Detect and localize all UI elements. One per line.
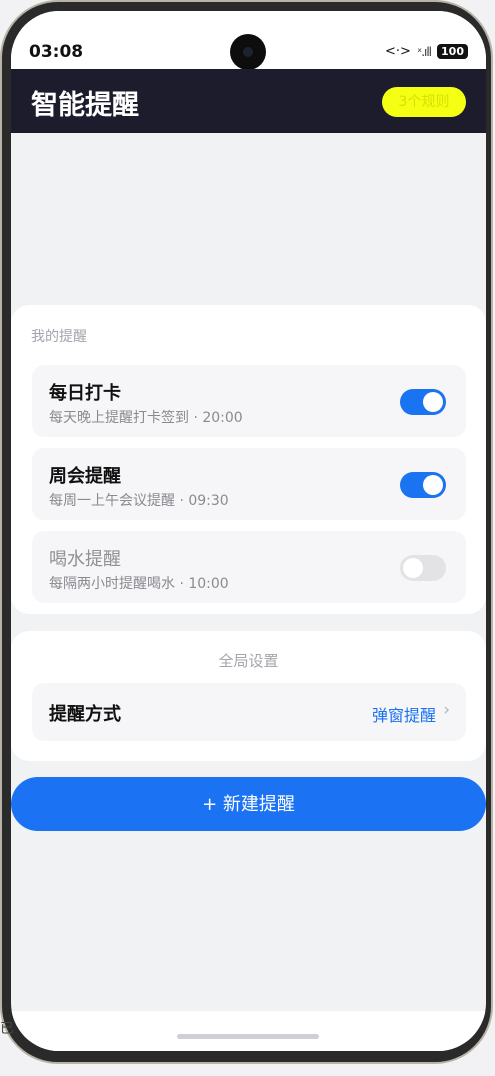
bottom-bar xyxy=(11,1011,486,1051)
screen: 03:08 <·> ˣ.ıll 100 智能提醒 3个规则 我的提醒 每日打卡 … xyxy=(11,11,486,1051)
my-reminders-card: 我的提醒 每日打卡 每天晚上提醒打卡签到 · 20:00 周会提醒 每周一上午会… xyxy=(11,305,486,614)
network-icon: <·> xyxy=(384,44,411,59)
rules-count-badge[interactable]: 3个规则 xyxy=(382,87,466,117)
phone-frame: 03:08 <·> ˣ.ıll 100 智能提醒 3个规则 我的提醒 每日打卡 … xyxy=(0,0,493,1064)
section-label: 我的提醒 xyxy=(31,329,87,345)
toggle-knob xyxy=(403,558,423,578)
status-time: 03:08 xyxy=(29,42,84,62)
reminder-name: 周会提醒 xyxy=(49,466,121,487)
page-title: 智能提醒 xyxy=(31,90,139,121)
global-settings-label: 全局设置 xyxy=(218,652,279,670)
home-indicator[interactable] xyxy=(177,1034,319,1039)
reminder-method-value: 弹窗提醒 xyxy=(371,706,436,725)
reminder-name: 喝水提醒 xyxy=(49,549,121,570)
reminder-method-row[interactable]: 提醒方式 弹窗提醒 › xyxy=(32,683,466,741)
global-settings-card: 全局设置 提醒方式 弹窗提醒 › xyxy=(11,631,486,761)
reminder-item-drink-water[interactable]: 喝水提醒 每隔两小时提醒喝水 · 10:00 xyxy=(32,531,466,603)
status-icons: <·> ˣ.ıll 100 xyxy=(385,44,468,59)
signal-icon: ˣ.ıll xyxy=(416,44,432,59)
reminder-desc: 每天晚上提醒打卡签到 · 20:00 xyxy=(49,410,243,426)
toggle-knob xyxy=(423,475,443,495)
reminder-toggle[interactable] xyxy=(400,389,446,415)
reminder-desc: 每周一上午会议提醒 · 09:30 xyxy=(49,493,229,509)
toggle-knob xyxy=(423,392,443,412)
reminder-method-label: 提醒方式 xyxy=(49,704,121,725)
new-reminder-button[interactable]: + 新建提醒 xyxy=(11,777,486,831)
reminder-desc: 每隔两小时提醒喝水 · 10:00 xyxy=(49,576,229,592)
app-header: 智能提醒 3个规则 xyxy=(11,69,486,133)
reminder-toggle[interactable] xyxy=(400,555,446,581)
battery-icon: 100 xyxy=(437,44,468,59)
chevron-right-icon: › xyxy=(443,700,450,720)
reminder-name: 每日打卡 xyxy=(49,383,121,404)
front-camera-icon xyxy=(230,34,266,70)
edge-text: 已 xyxy=(0,1021,14,1037)
status-bar: 03:08 <·> ˣ.ıll 100 xyxy=(11,11,486,70)
reminder-item-weekly-meeting[interactable]: 周会提醒 每周一上午会议提醒 · 09:30 xyxy=(32,448,466,520)
reminder-item-daily-checkin[interactable]: 每日打卡 每天晚上提醒打卡签到 · 20:00 xyxy=(32,365,466,437)
reminder-toggle[interactable] xyxy=(400,472,446,498)
